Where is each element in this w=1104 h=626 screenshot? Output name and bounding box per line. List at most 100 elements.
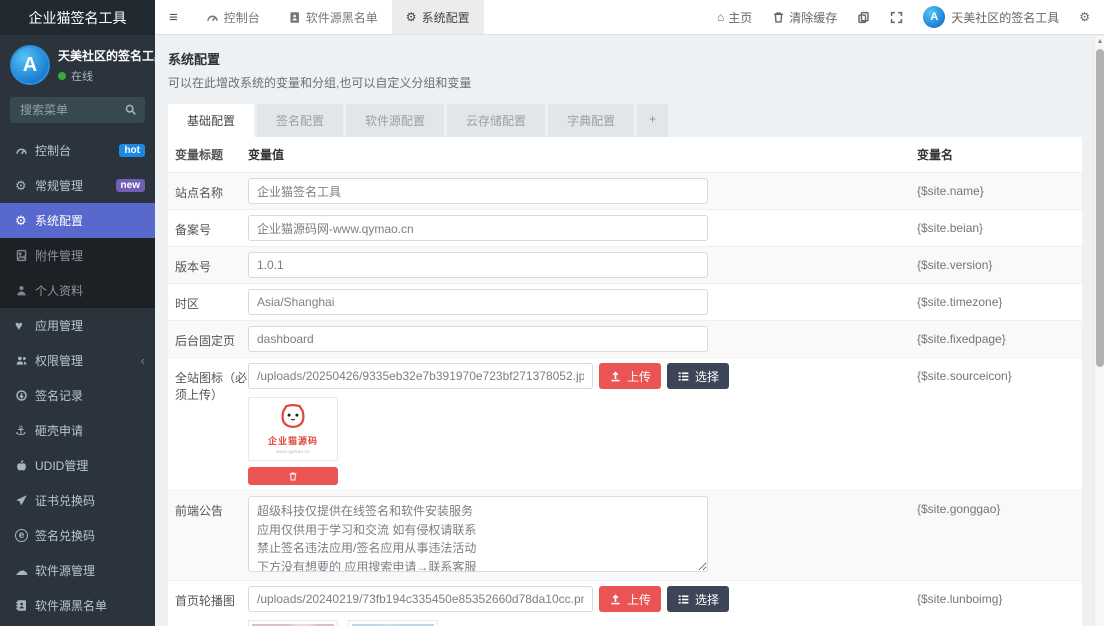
site-icon-preview[interactable]: 企业猫源码 www.qymao.cn xyxy=(248,397,338,461)
anchor-icon: ⚓ xyxy=(15,423,35,439)
sidebar-item-label: 签名兑换码 xyxy=(35,527,95,544)
sidebar-item-system-config[interactable]: ⚙ 系统配置 xyxy=(0,203,155,238)
fixedpage-input[interactable] xyxy=(248,326,708,352)
tab-basic-config[interactable]: 基础配置 xyxy=(168,104,254,137)
row-label: 时区 xyxy=(168,284,248,320)
row-varname: {$site.version} xyxy=(917,247,1082,283)
delete-icon-button[interactable] xyxy=(248,467,338,485)
header-var-value: 变量值 xyxy=(248,137,917,172)
announcement-textarea[interactable]: 超级科技仅提供在线签名和软件安装服务 应用仅供用于学习和交流 如有侵权请联系 禁… xyxy=(248,496,708,572)
settings-button[interactable]: ⚙ xyxy=(1069,0,1104,34)
row-label: 站点名称 xyxy=(168,173,248,209)
gauge-icon xyxy=(15,144,35,157)
choose-button[interactable]: 选择 xyxy=(667,363,729,389)
site-name-input[interactable] xyxy=(248,178,708,204)
sidebar-menu: 控制台 hot ⚙ 常规管理 new ⚙ 系统配置 附件管理 个人资料 ♥ xyxy=(0,133,155,626)
sidebar-item-label: 控制台 xyxy=(35,142,71,159)
search-icon xyxy=(124,103,137,116)
row-label: 备案号 xyxy=(168,210,248,246)
upload-button[interactable]: 上传 xyxy=(599,586,661,612)
sidebar-item-source-blacklist[interactable]: 软件源黑名单 xyxy=(0,588,155,623)
gauge-icon xyxy=(206,11,219,24)
sidebar-toggle-button[interactable]: ≡ xyxy=(155,0,192,34)
config-tabs: 基础配置 签名配置 软件源配置 云存储配置 字典配置 + xyxy=(168,104,1082,137)
carousel-image-2[interactable] xyxy=(348,620,438,626)
sidebar-item-dashboard[interactable]: 控制台 hot xyxy=(0,133,155,168)
upload-label: 上传 xyxy=(627,368,651,385)
scrollbar[interactable]: ▲ xyxy=(1094,36,1104,626)
tab-cloudstorage-config[interactable]: 云存储配置 xyxy=(447,104,545,137)
upload-button[interactable]: 上传 xyxy=(599,363,661,389)
sidebar-item-general[interactable]: ⚙ 常规管理 new xyxy=(0,168,155,203)
fullscreen-button[interactable] xyxy=(880,0,913,34)
user-avatar[interactable]: A xyxy=(10,45,50,85)
trash-icon xyxy=(288,471,298,482)
carousel-input[interactable] xyxy=(248,586,593,612)
table-row-site-name: 站点名称 {$site.name} xyxy=(168,173,1082,210)
version-input[interactable] xyxy=(248,252,708,278)
heart-icon: ♥ xyxy=(15,318,35,333)
sidebar-item-shell-request[interactable]: ⚓ 砸壳申请 xyxy=(0,413,155,448)
new-badge: new xyxy=(116,179,145,192)
navtab-system-config[interactable]: ⚙ 系统配置 xyxy=(392,0,484,34)
sidebar-item-sign-records[interactable]: 签名记录 xyxy=(0,378,155,413)
content-area: 系统配置 可以在此增改系统的变量和分组,也可以自定义分组和变量 基础配置 签名配… xyxy=(155,35,1104,626)
home-link[interactable]: ⌂ 主页 xyxy=(707,0,762,34)
row-varname: {$site.lunboimg} xyxy=(917,581,1082,626)
sidebar-item-label: 软件源黑名单 xyxy=(35,597,107,614)
clock-download-icon xyxy=(15,389,35,402)
upload-icon xyxy=(609,370,622,383)
clear-cache-label: 清除缓存 xyxy=(789,9,837,26)
sidebar-item-sign-codes[interactable]: e 签名兑换码 xyxy=(0,518,155,553)
choose-label: 选择 xyxy=(695,591,719,608)
choose-button[interactable]: 选择 xyxy=(667,586,729,612)
sidebar-item-label: 权限管理 xyxy=(35,352,83,369)
sidebar-item-label: 附件管理 xyxy=(35,247,83,264)
sidebar-item-udid[interactable]: UDID管理 xyxy=(0,448,155,483)
sidebar-item-profile[interactable]: 个人资料 xyxy=(0,273,155,308)
sidebar-item-permissions[interactable]: 权限管理 ‹ xyxy=(0,343,155,378)
page-subtitle: 可以在此增改系统的变量和分组,也可以自定义分组和变量 xyxy=(168,74,1082,91)
apple-icon xyxy=(15,459,35,472)
sidebar-item-cert-codes[interactable]: 证书兑换码 xyxy=(0,483,155,518)
tab-sign-config[interactable]: 签名配置 xyxy=(257,104,343,137)
copy-button[interactable] xyxy=(847,0,880,34)
row-label: 版本号 xyxy=(168,247,248,283)
scrollbar-thumb[interactable] xyxy=(1096,49,1104,367)
tab-dict-config[interactable]: 字典配置 xyxy=(548,104,634,137)
timezone-input[interactable] xyxy=(248,289,708,315)
gears-icon: ⚙ xyxy=(15,178,35,194)
row-varname: {$site.timezone} xyxy=(917,284,1082,320)
table-row-beian: 备案号 {$site.beian} xyxy=(168,210,1082,247)
sidebar-item-label: UDID管理 xyxy=(35,457,88,474)
navtab-dashboard[interactable]: 控制台 xyxy=(192,0,274,34)
clear-cache-link[interactable]: 清除缓存 xyxy=(762,0,847,34)
sidebar-item-apps[interactable]: ♥ 应用管理 xyxy=(0,308,155,343)
scroll-up-arrow-icon[interactable]: ▲ xyxy=(1096,38,1104,45)
beian-input[interactable] xyxy=(248,215,708,241)
sidebar-item-label: 系统配置 xyxy=(35,212,83,229)
expand-icon xyxy=(890,11,903,24)
site-icon-input[interactable] xyxy=(248,363,593,389)
online-dot-icon xyxy=(58,72,66,80)
cloud-icon: ☁ xyxy=(15,563,35,579)
copy-icon xyxy=(857,11,870,24)
user-icon xyxy=(15,284,35,297)
sidebar-item-attachments[interactable]: 附件管理 xyxy=(0,238,155,273)
gear-icon: ⚙ xyxy=(15,213,35,229)
choose-label: 选择 xyxy=(695,368,719,385)
navtab-source-blacklist[interactable]: 软件源黑名单 xyxy=(274,0,392,34)
row-varname: {$site.beian} xyxy=(917,210,1082,246)
top-navbar: ≡ 控制台 软件源黑名单 ⚙ 系统配置 ⌂ 主页 xyxy=(155,0,1104,35)
paper-plane-icon xyxy=(15,494,35,507)
file-image-icon xyxy=(15,249,35,262)
carousel-image-1[interactable] xyxy=(248,620,338,626)
gear-icon: ⚙ xyxy=(406,10,417,24)
gears-icon: ⚙ xyxy=(1079,10,1090,24)
navbar-user-menu[interactable]: A 天美社区的签名工具 xyxy=(913,6,1069,28)
cat-logo-text: 企业猫源码 xyxy=(268,434,318,447)
add-tab-button[interactable]: + xyxy=(637,104,668,137)
tab-source-config[interactable]: 软件源配置 xyxy=(346,104,444,137)
row-label: 前端公告 xyxy=(168,491,248,580)
sidebar-item-source-manage[interactable]: ☁ 软件源管理 xyxy=(0,553,155,588)
